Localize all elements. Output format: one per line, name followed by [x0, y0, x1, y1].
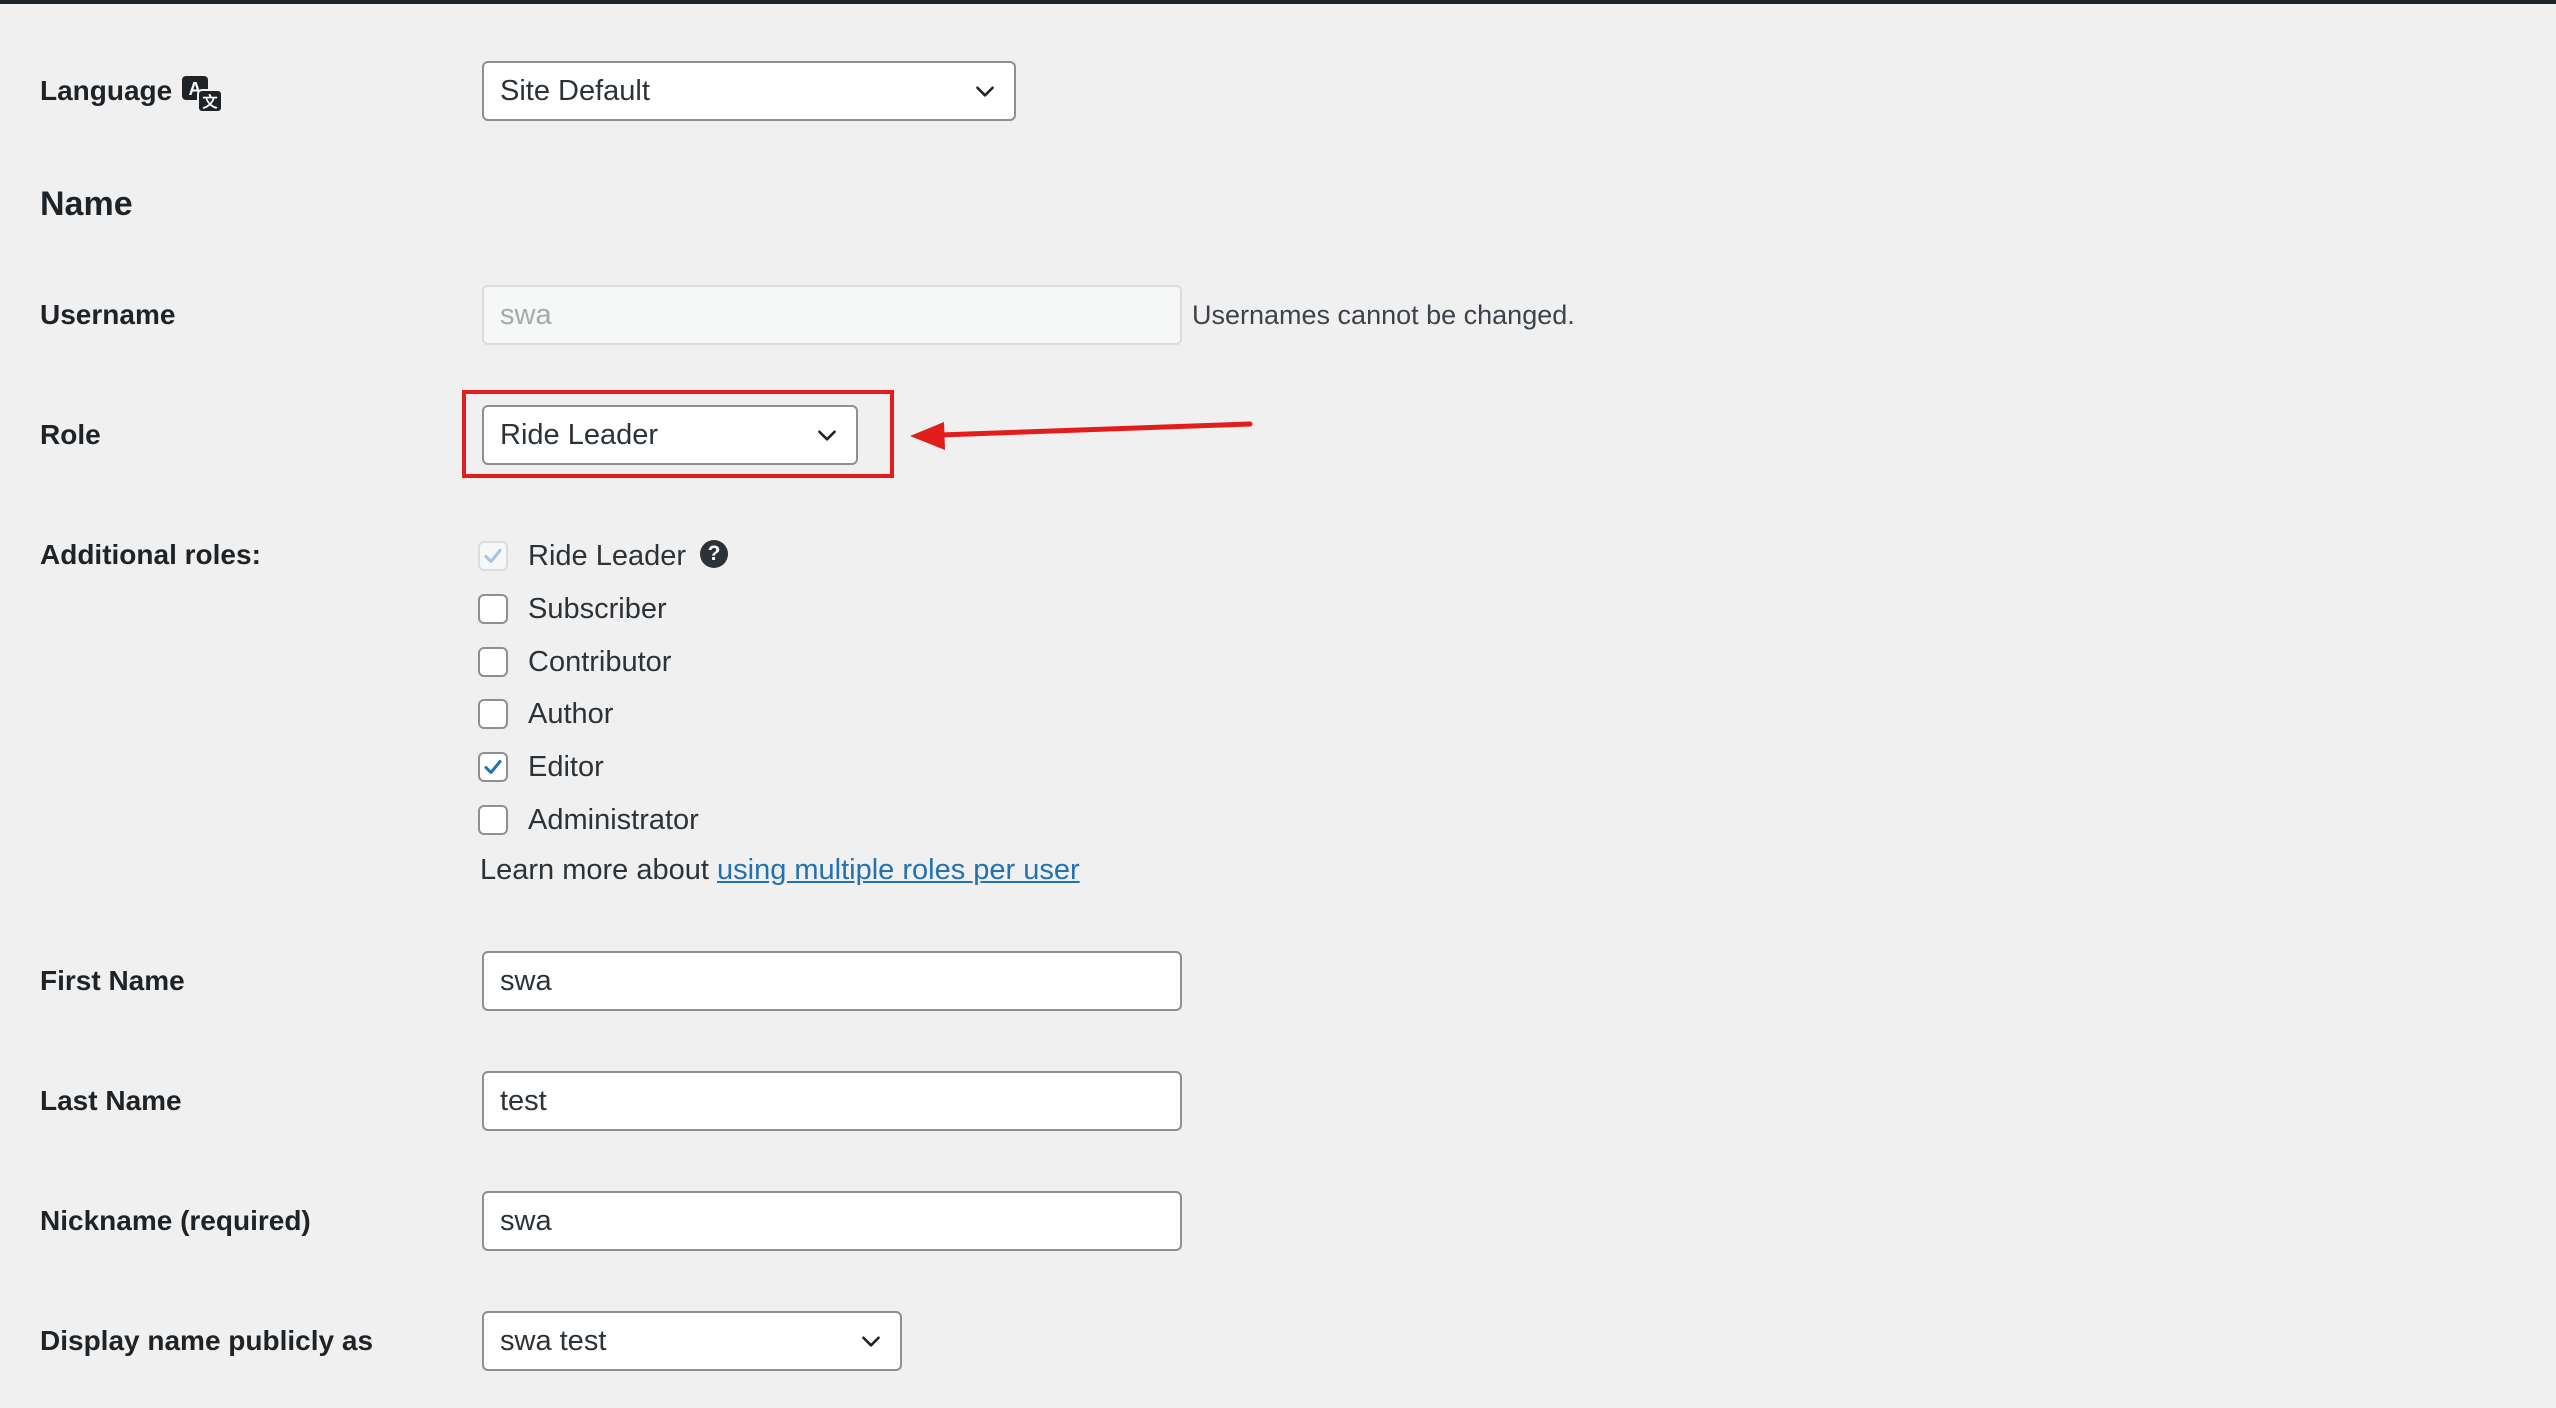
username-label: Username	[40, 299, 176, 330]
chevron-down-icon	[976, 86, 994, 97]
name-section-title: Name	[40, 185, 133, 223]
language-select[interactable]: Site Default	[482, 61, 1016, 121]
role-checkbox-subscriber[interactable]: Subscriber	[478, 589, 667, 629]
display-name-label: Display name publicly as	[40, 1325, 374, 1356]
role-checkbox-contributor[interactable]: Contributor	[478, 642, 671, 682]
checkbox-label: Administrator	[528, 803, 699, 836]
learn-more-text: Learn more about using multiple roles pe…	[480, 852, 1080, 888]
help-icon[interactable]: ?	[700, 540, 728, 568]
role-checkbox-administrator[interactable]: Administrator	[478, 800, 699, 840]
multiple-roles-link[interactable]: using multiple roles per user	[717, 854, 1080, 886]
checkbox[interactable]	[478, 805, 508, 835]
username-field	[482, 285, 1182, 345]
display-name-select-value: swa test	[500, 1324, 607, 1357]
checkbox-label: Ride Leader	[528, 539, 686, 572]
top-dark-bar	[0, 0, 2556, 4]
first-name-label: First Name	[40, 965, 185, 996]
display-name-select[interactable]: swa test	[482, 1311, 902, 1371]
nickname-label: Nickname (required)	[40, 1205, 311, 1236]
checkbox[interactable]	[478, 699, 508, 729]
checkbox[interactable]	[478, 752, 508, 782]
last-name-field[interactable]	[482, 1071, 1182, 1131]
annotation-arrow-icon	[910, 421, 1253, 450]
learn-more-prefix: Learn more about	[480, 854, 709, 886]
svg-text:文: 文	[202, 93, 218, 111]
additional-roles-label: Additional roles:	[40, 539, 261, 570]
role-label: Role	[40, 419, 101, 450]
checkbox-label: Editor	[528, 750, 604, 783]
checkbox-label: Author	[528, 697, 614, 730]
first-name-field[interactable]	[482, 951, 1182, 1011]
role-checkbox-ride-leader: Ride Leader ?	[478, 536, 728, 576]
checkbox[interactable]	[478, 594, 508, 624]
checkbox-label: Subscriber	[528, 592, 667, 625]
language-label: Language	[40, 75, 173, 106]
checkmark-icon	[484, 549, 502, 563]
role-checkbox-editor[interactable]: Editor	[478, 747, 604, 787]
username-description: Usernames cannot be changed.	[1192, 300, 1575, 330]
checkbox	[478, 541, 508, 571]
language-select-value: Site Default	[500, 74, 650, 107]
chevron-down-icon	[862, 1336, 880, 1347]
checkbox[interactable]	[478, 647, 508, 677]
annotation-highlight-box	[462, 390, 894, 478]
checkmark-icon	[484, 760, 502, 774]
translate-icon: A 文	[182, 76, 223, 113]
role-checkbox-author[interactable]: Author	[478, 694, 613, 734]
nickname-field[interactable]	[482, 1191, 1182, 1251]
last-name-label: Last Name	[40, 1085, 182, 1116]
checkbox-label: Contributor	[528, 645, 672, 678]
